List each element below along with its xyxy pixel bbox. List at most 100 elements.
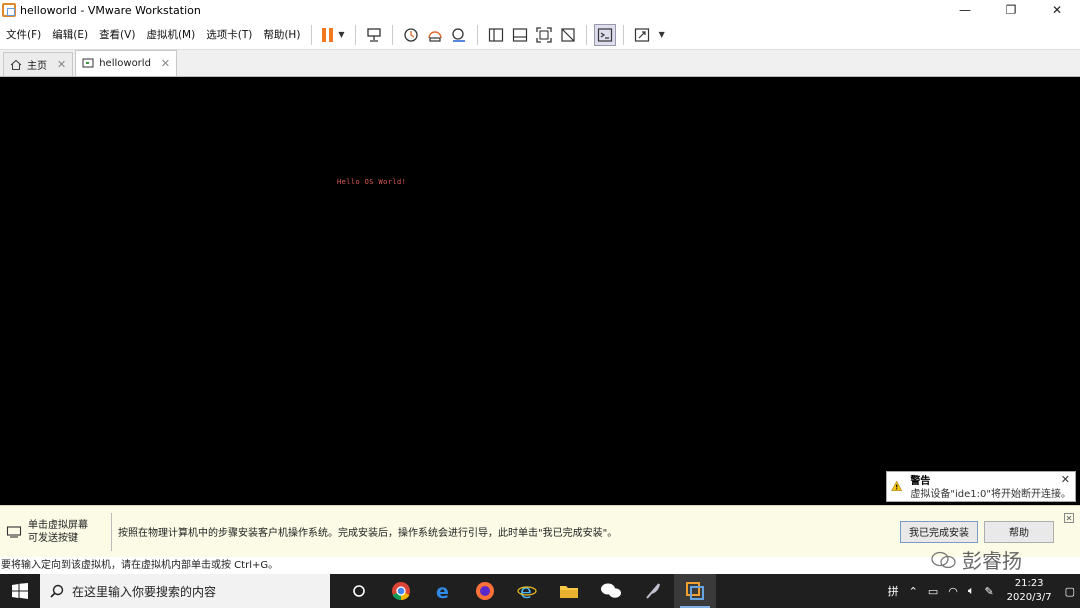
unity-button[interactable] bbox=[557, 24, 579, 46]
svg-text:e: e bbox=[436, 581, 449, 601]
taskbar-search-box[interactable]: 在这里输入你要搜索的内容 bbox=[40, 574, 330, 608]
install-message: 按照在物理计算机中的步骤安装客户机操作系统。完成安装后，操作系统会进行引导，此时… bbox=[118, 528, 618, 539]
menu-vm[interactable]: 虚拟机(M) bbox=[140, 27, 200, 42]
revert-snapshot-icon bbox=[427, 30, 442, 42]
warning-icon bbox=[891, 480, 903, 491]
help-button[interactable]: 帮助 bbox=[984, 520, 1054, 543]
taskbar-apps: e e bbox=[338, 574, 716, 608]
wifi-icon[interactable]: ◠ bbox=[943, 585, 963, 598]
volume-icon[interactable]: 🔈︎ bbox=[963, 584, 980, 598]
divider bbox=[111, 512, 112, 551]
pen-icon[interactable]: ✎ bbox=[979, 585, 998, 598]
internet-explorer-icon: e bbox=[517, 581, 537, 601]
folder-icon bbox=[560, 586, 578, 598]
notification-icon[interactable]: ▢ bbox=[1060, 585, 1080, 598]
revert-snapshot-button[interactable] bbox=[424, 24, 446, 46]
clock[interactable]: 21:23 2020/3/7 bbox=[999, 577, 1060, 605]
wechat-icon bbox=[601, 583, 621, 598]
menu-help[interactable]: 帮助(H) bbox=[257, 27, 305, 42]
sidebar-layout-icon bbox=[488, 27, 503, 42]
toolbar-separator bbox=[585, 24, 587, 45]
ie-app[interactable]: e bbox=[506, 574, 548, 608]
close-icon[interactable]: ✕ bbox=[57, 58, 66, 71]
fullscreen-icon bbox=[535, 26, 552, 43]
task-view-button[interactable] bbox=[338, 574, 380, 608]
full-screen-button[interactable] bbox=[533, 24, 555, 46]
firefox-icon bbox=[476, 582, 494, 600]
search-placeholder: 在这里输入你要搜索的内容 bbox=[72, 584, 217, 599]
battery-icon[interactable]: ▭ bbox=[923, 585, 943, 598]
keyboard-screen-icon bbox=[6, 525, 22, 538]
chrome-app[interactable] bbox=[380, 574, 422, 608]
toolbar-separator bbox=[311, 24, 313, 45]
wechat-watermark-icon bbox=[931, 551, 956, 568]
toolbar-separator bbox=[476, 24, 478, 45]
menu-view[interactable]: 查看(V) bbox=[93, 27, 140, 42]
search-icon bbox=[50, 584, 64, 598]
clock-time: 21:23 bbox=[1014, 578, 1044, 589]
hint-line-1: 单击虚拟屏幕 bbox=[28, 519, 88, 531]
feather-tool-icon bbox=[646, 583, 660, 599]
home-icon bbox=[10, 59, 22, 71]
close-icon[interactable]: ✕ bbox=[1061, 473, 1070, 486]
close-icon[interactable]: ✕ bbox=[1064, 513, 1074, 523]
chrome-icon bbox=[392, 582, 410, 601]
hint-line-2: 可发送按键 bbox=[28, 532, 78, 544]
console-output-text: Hello OS World! bbox=[337, 178, 407, 186]
pause-icon bbox=[322, 27, 334, 42]
vmware-app[interactable] bbox=[674, 574, 716, 608]
tab-home[interactable]: 主页 ✕ bbox=[3, 52, 74, 76]
menu-toolbar: 文件(F) 编辑(E) 查看(V) 虚拟机(M) 选项卡(T) 帮助(H) ▼ … bbox=[0, 20, 1080, 50]
warning-notification: 警告 虚拟设备"ide1:0"将开始断开连接。 ✕ bbox=[886, 471, 1076, 502]
tab-home-label: 主页 bbox=[27, 61, 47, 72]
tab-strip: 主页 ✕ helloworld ✕ bbox=[0, 50, 1080, 77]
stretch-guest-button[interactable] bbox=[631, 24, 653, 46]
stretch-icon bbox=[634, 27, 649, 42]
terminal-icon bbox=[597, 27, 612, 42]
install-info-bar: 单击虚拟屏幕 可发送按键 按照在物理计算机中的步骤安装客户机操作系统。完成安装后… bbox=[0, 505, 1080, 557]
chevron-up-icon[interactable]: ⌃ bbox=[904, 585, 923, 598]
title-bar: helloworld - VMware Workstation — ❐ ✕ bbox=[0, 0, 1080, 20]
close-button[interactable]: ✕ bbox=[1034, 0, 1080, 20]
edge-app[interactable]: e bbox=[422, 574, 464, 608]
vmware-app-icon bbox=[2, 3, 16, 17]
bottom-panel-layout-icon bbox=[512, 27, 527, 42]
snapshot-manager-button[interactable] bbox=[448, 24, 470, 46]
menu-edit[interactable]: 编辑(E) bbox=[46, 27, 93, 42]
snapshot-button[interactable] bbox=[400, 24, 422, 46]
restore-button[interactable]: ❐ bbox=[988, 0, 1034, 20]
edge-icon: e bbox=[436, 581, 449, 601]
menu-file[interactable]: 文件(F) bbox=[0, 27, 46, 42]
warning-title: 警告 bbox=[910, 476, 931, 487]
send-ctrl-alt-del-button[interactable] bbox=[363, 24, 385, 46]
toolbar-separator bbox=[354, 24, 356, 45]
snapshot-clock-icon bbox=[403, 27, 418, 42]
firefox-app[interactable] bbox=[464, 574, 506, 608]
pause-button[interactable]: ▼ bbox=[322, 27, 345, 42]
show-thumbnail-bar-button[interactable] bbox=[509, 24, 531, 46]
toolbar-separator bbox=[622, 24, 624, 45]
file-explorer-app[interactable] bbox=[548, 574, 590, 608]
tab-helloworld[interactable]: helloworld ✕ bbox=[75, 50, 178, 76]
console-view-button[interactable] bbox=[593, 23, 616, 46]
finish-install-button[interactable]: 我已完成安装 bbox=[900, 520, 978, 543]
vm-console-screen[interactable]: Hello OS World! bbox=[0, 77, 1080, 505]
install-hint-left: 单击虚拟屏幕 可发送按键 bbox=[28, 519, 108, 545]
tab-helloworld-label: helloworld bbox=[99, 58, 151, 69]
menu-tabs[interactable]: 选项卡(T) bbox=[200, 27, 257, 42]
tool-app[interactable] bbox=[632, 574, 674, 608]
clock-date: 2020/3/7 bbox=[1006, 592, 1052, 603]
minimize-button[interactable]: — bbox=[942, 0, 988, 20]
ime-indicator[interactable]: 拼 bbox=[883, 583, 904, 599]
chevron-down-icon[interactable]: ▼ bbox=[659, 30, 665, 39]
svg-text:e: e bbox=[520, 581, 532, 601]
show-library-button[interactable] bbox=[485, 24, 507, 46]
close-icon[interactable]: ✕ bbox=[161, 57, 170, 70]
status-bar: 要将输入定向到该虚拟机，请在虚拟机内部单击或按 Ctrl+G。 bbox=[0, 557, 1080, 574]
chevron-down-icon[interactable]: ▼ bbox=[338, 30, 344, 39]
taskbar: 在这里输入你要搜索的内容 e e 拼 ⌃ ▭ ◠ 🔈︎ ✎ 21:23 2020… bbox=[0, 574, 1080, 608]
wechat-app[interactable] bbox=[590, 574, 632, 608]
snapshot-manager-icon bbox=[451, 27, 465, 42]
start-button[interactable] bbox=[0, 574, 40, 608]
windows-logo-icon bbox=[12, 583, 28, 599]
